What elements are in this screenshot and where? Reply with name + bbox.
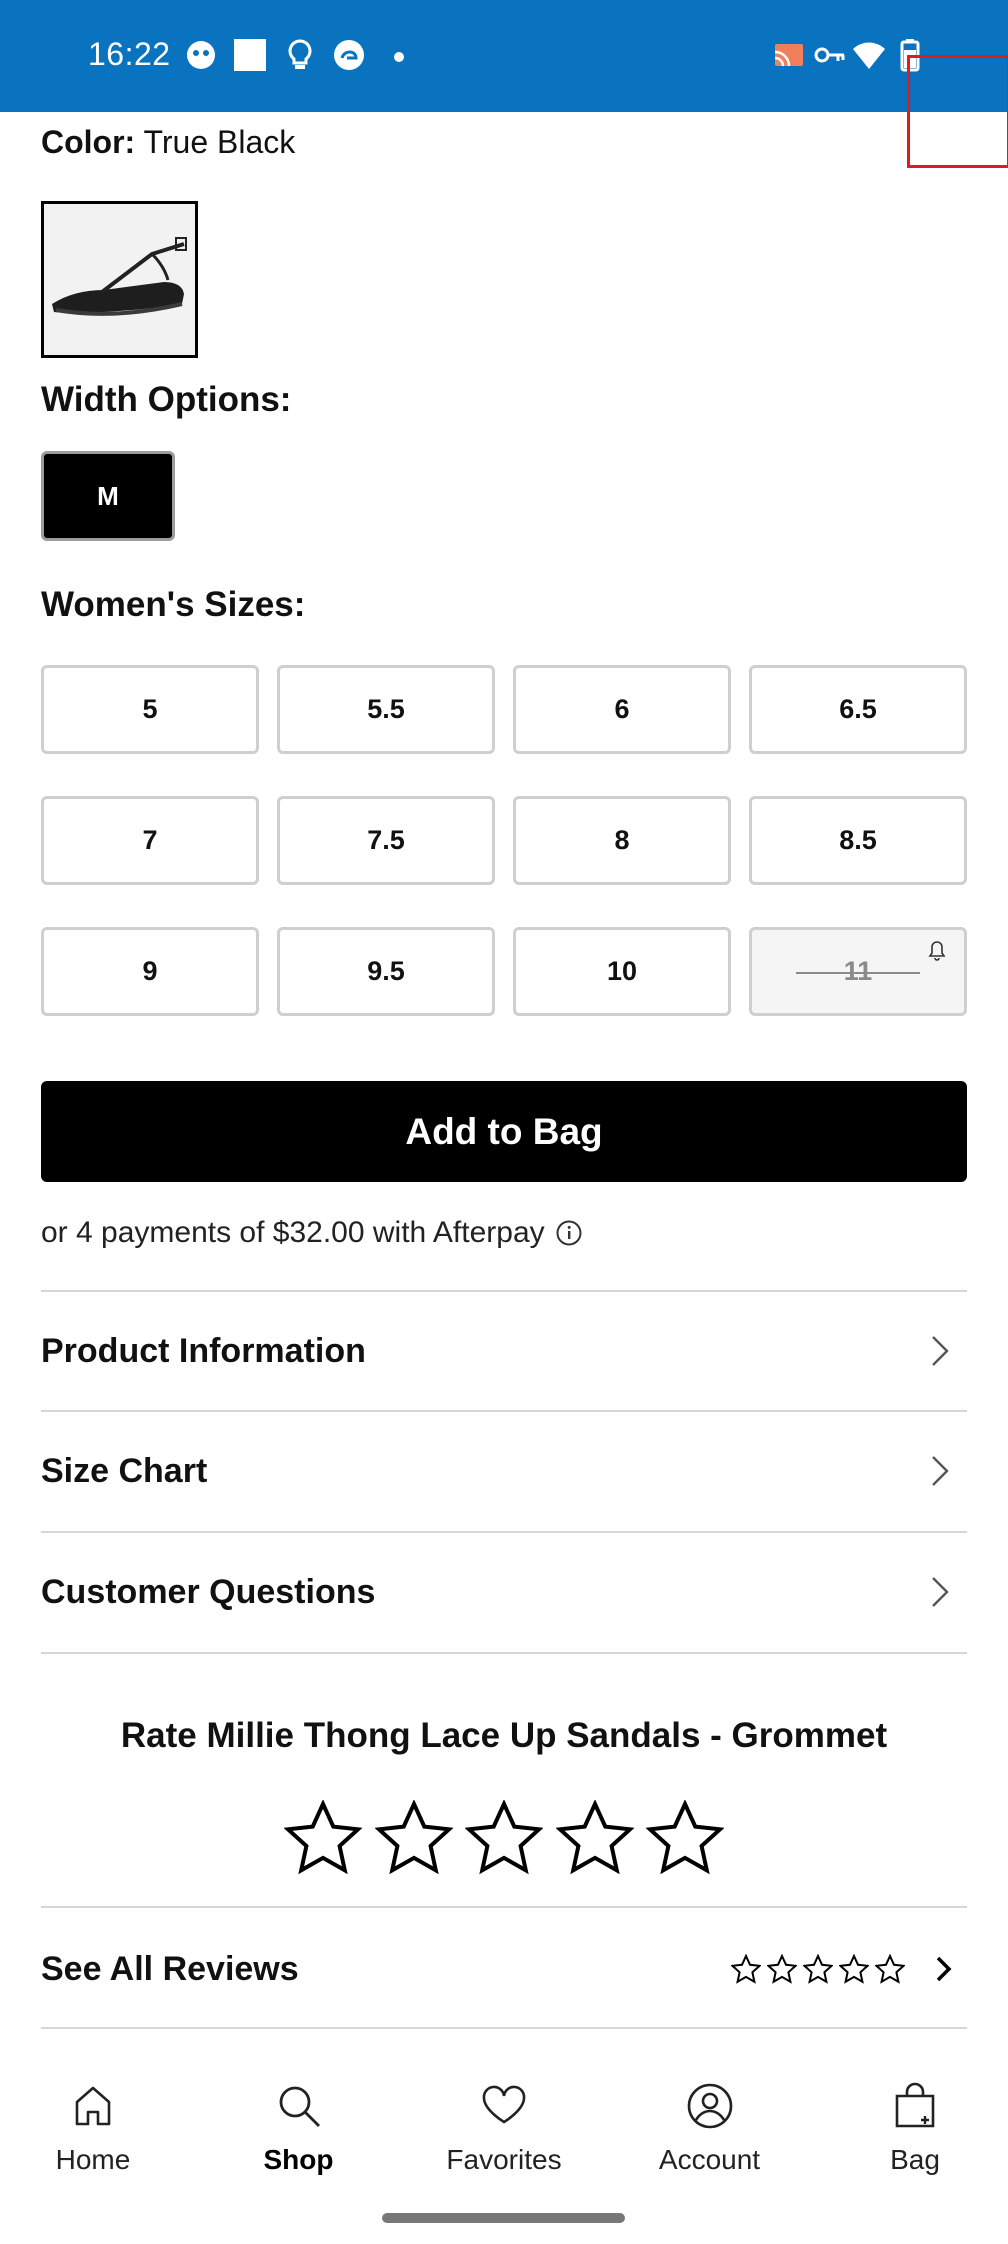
square-app-icon (234, 39, 266, 71)
size-label: 9.5 (367, 956, 405, 986)
afterpay-row: or 4 payments of $32.00 with Afterpay (41, 1216, 583, 1250)
divider (41, 1906, 967, 1908)
accordion-label: Product Information (41, 1331, 366, 1370)
nav-shop[interactable]: Shop (224, 2060, 374, 2210)
accordion-label: Customer Questions (41, 1572, 376, 1611)
chevron-right-icon (936, 1956, 952, 1982)
star-outline-icon (839, 1954, 869, 1984)
wifi-icon (853, 42, 885, 69)
nav-label: Bag (890, 2144, 940, 2175)
see-all-reviews-row[interactable]: See All Reviews (41, 1910, 967, 2028)
more-dot-icon (394, 52, 404, 62)
color-row: Color: True Black (41, 124, 295, 161)
size-button[interactable]: 8 (513, 796, 731, 885)
star-icon[interactable] (465, 1800, 543, 1876)
see-all-reviews-label: See All Reviews (41, 1949, 299, 1988)
color-label: Color: (41, 124, 136, 160)
afterpay-text: or 4 payments of $32.00 with Afterpay (41, 1216, 545, 1249)
size-label: 6.5 (839, 694, 877, 724)
chevron-right-icon (932, 1336, 949, 1366)
size-label: 7 (142, 825, 158, 855)
nav-label: Account (658, 2144, 761, 2175)
size-button[interactable]: 9.5 (277, 927, 495, 1016)
size-button[interactable]: 5.5 (277, 665, 495, 754)
size-label: 5 (142, 694, 158, 724)
heart-icon (482, 2085, 526, 2124)
size-label: 9 (142, 956, 158, 986)
notification-app-icon (187, 41, 215, 69)
nav-bag[interactable]: Bag (840, 2060, 990, 2210)
color-value: True Black (143, 124, 296, 160)
nav-home[interactable]: Home (18, 2060, 168, 2210)
star-icon[interactable] (374, 1800, 453, 1876)
star-outline-icon (803, 1954, 833, 1984)
rate-product-title: Rate Millie Thong Lace Up Sandals - Grom… (120, 1716, 888, 1755)
size-button-unavailable[interactable]: 11 (749, 927, 967, 1016)
home-indicator[interactable] (382, 2213, 625, 2223)
nav-label: Shop (263, 2144, 334, 2175)
accordion-product-information[interactable]: Product Information (41, 1292, 967, 1410)
size-button[interactable]: 9 (41, 927, 259, 1016)
size-label: 6 (614, 694, 630, 724)
vpn-key-icon (814, 47, 845, 63)
nav-label: Home (55, 2144, 131, 2175)
nav-account[interactable]: Account (635, 2060, 785, 2210)
bottom-navigation: Home Shop Favorites Account Bag (0, 2060, 1008, 2210)
sandal-thumbnail-image (52, 237, 187, 316)
size-button[interactable]: 6 (513, 665, 731, 754)
divider (41, 2027, 967, 2029)
lightbulb-icon (288, 39, 312, 69)
nav-label: Favorites (446, 2144, 562, 2175)
bag-icon (895, 2082, 935, 2128)
star-icon[interactable] (646, 1800, 724, 1876)
size-button[interactable]: 7 (41, 796, 259, 885)
color-swatch-true-black[interactable] (41, 201, 198, 358)
size-button[interactable]: 10 (513, 927, 731, 1016)
highlight-box (907, 55, 1008, 168)
width-options-title: Width Options: (41, 380, 292, 419)
info-icon[interactable] (555, 1219, 583, 1247)
size-label: 8.5 (839, 825, 877, 855)
star-outline-icon (875, 1954, 905, 1984)
status-time: 16:22 (88, 36, 171, 72)
size-label: 8 (614, 825, 630, 855)
rating-input-stars (284, 1800, 724, 1880)
size-button[interactable]: 6.5 (749, 665, 967, 754)
size-button[interactable]: 7.5 (277, 796, 495, 885)
nav-favorites[interactable]: Favorites (429, 2060, 579, 2210)
accordion-size-chart[interactable]: Size Chart (41, 1412, 967, 1530)
size-label: 10 (606, 956, 638, 986)
star-outline-icon (767, 1954, 797, 1984)
star-icon[interactable] (284, 1800, 362, 1876)
star-outline-icon (731, 1954, 761, 1984)
cast-icon (774, 44, 803, 67)
search-icon (279, 2086, 320, 2127)
divider (41, 1652, 967, 1654)
chevron-right-icon (932, 1577, 949, 1607)
size-button[interactable]: 5 (41, 665, 259, 754)
chevron-right-icon (932, 1456, 949, 1486)
add-to-bag-button[interactable]: Add to Bag (41, 1081, 967, 1182)
accordion-customer-questions[interactable]: Customer Questions (41, 1533, 967, 1651)
size-label: 5.5 (367, 694, 405, 724)
strikethrough-line (796, 971, 920, 974)
star-icon[interactable] (555, 1800, 634, 1876)
size-label: 7.5 (367, 825, 405, 855)
account-icon (687, 2083, 732, 2129)
womens-sizes-title: Women's Sizes: (41, 585, 306, 624)
status-bar: 16:22 (0, 0, 1008, 112)
average-rating-stars (731, 1954, 967, 1984)
home-icon (75, 2086, 111, 2126)
width-option-m[interactable]: M (41, 451, 175, 541)
size-button[interactable]: 8.5 (749, 796, 967, 885)
bell-icon[interactable] (928, 940, 946, 962)
product-page: 16:22 Color: True Black Width Options: M… (0, 0, 1008, 2244)
accordion-label: Size Chart (41, 1451, 208, 1490)
edge-browser-icon (334, 40, 364, 70)
